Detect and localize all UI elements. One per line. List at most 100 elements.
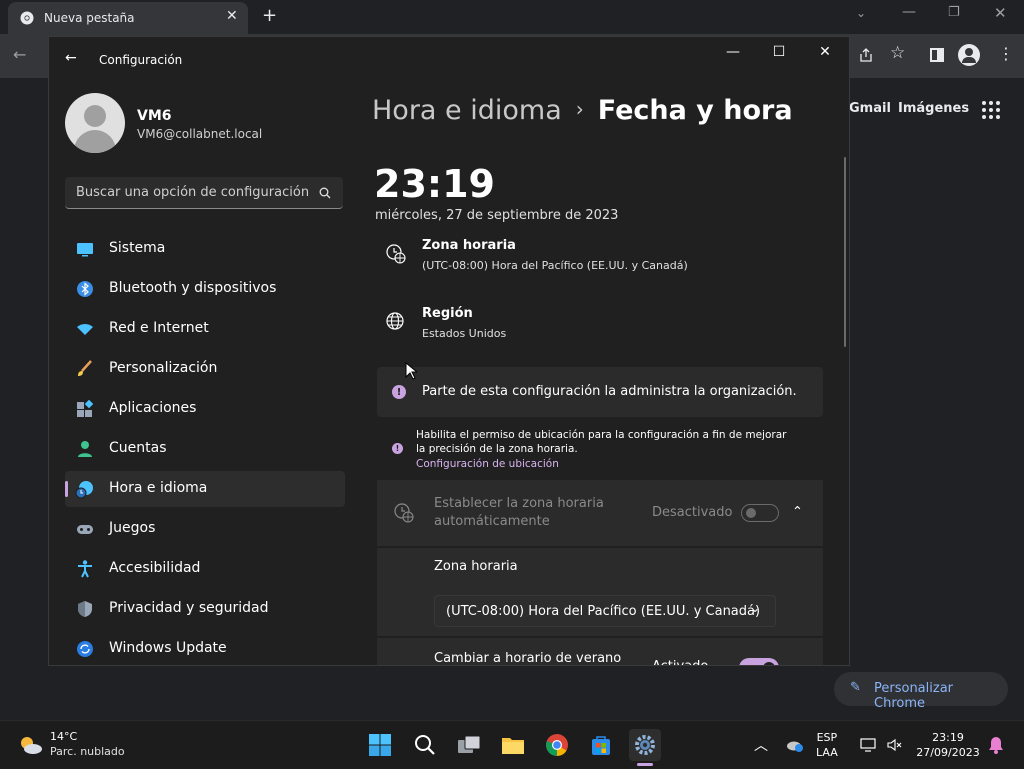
settings-window: ← Configuración — ☐ ✕ VM6 VM6@collabnet.… (48, 36, 850, 666)
person-icon (78, 441, 92, 457)
monitor-icon (77, 243, 93, 257)
shield-icon (78, 601, 92, 617)
settings-search-input[interactable]: Buscar una opción de configuración (65, 177, 343, 209)
images-link[interactable]: Imágenes (898, 101, 969, 116)
tab-search-icon[interactable]: ⌄ (856, 6, 866, 20)
managed-by-org-notice: ! Parte de esta configuración la adminis… (377, 367, 823, 417)
keyboard-layout: LAA (816, 746, 838, 759)
auto-timezone-title: Establecer la zona horaria automáticamen… (434, 496, 604, 529)
search-placeholder: Buscar una opción de configuración (76, 185, 310, 200)
file-explorer-button[interactable] (497, 729, 529, 761)
chrome-logo-icon (20, 11, 34, 25)
gear-icon (635, 735, 655, 755)
partly-cloudy-icon (21, 737, 42, 754)
wifi-icon (77, 324, 93, 335)
gmail-link[interactable]: Gmail (849, 101, 891, 116)
sidebar-item-aplicaciones[interactable]: Aplicaciones (65, 391, 345, 427)
sidebar-item-label: Windows Update (109, 640, 227, 656)
sidebar-item-privacidad[interactable]: Privacidad y seguridad (65, 591, 345, 627)
timezone-info-row: Zona horaria (UTC-08:00) Hora del Pacífi… (377, 233, 823, 283)
selection-indicator (65, 481, 68, 497)
google-apps-icon[interactable] (982, 101, 1000, 119)
back-arrow-icon[interactable]: ← (13, 45, 26, 64)
new-tab-button[interactable]: + (262, 5, 277, 26)
chrome-tab[interactable]: Nueva pestaña ✕ (8, 2, 248, 34)
chevron-right-icon: › (575, 97, 584, 121)
close-button[interactable]: ✕ (802, 37, 848, 67)
weather-widget[interactable]: 14°C Parc. nublado (14, 729, 134, 761)
restore-icon[interactable]: ❐ (948, 5, 960, 20)
auto-timezone-toggle[interactable] (741, 504, 779, 522)
close-window-icon[interactable]: ✕ (994, 4, 1007, 22)
timezone-select-label: Zona horaria (434, 559, 518, 574)
sidebar-item-sistema[interactable]: Sistema (65, 231, 345, 267)
chevron-up-icon[interactable]: ︿ (754, 735, 768, 755)
pencil-icon: ✎ (850, 680, 861, 695)
managed-notice-text: Parte de esta configuración la administr… (422, 384, 797, 399)
auto-timezone-card: Establecer la zona horaria automáticamen… (377, 480, 823, 546)
chrome-taskbar-button[interactable] (541, 729, 573, 761)
search-button[interactable] (409, 729, 441, 761)
minimize-icon[interactable]: — (902, 4, 916, 20)
profile-icon[interactable] (958, 44, 980, 66)
sidebar-item-juegos[interactable]: Juegos (65, 511, 345, 547)
sidebar-item-label: Aplicaciones (109, 400, 197, 416)
user-name: VM6 (137, 108, 172, 124)
globe-clock-icon (75, 481, 93, 499)
windows-logo-icon (369, 734, 391, 756)
location-settings-link[interactable]: Configuración de ubicación (416, 458, 559, 470)
sidebar-item-personalizacion[interactable]: Personalización (65, 351, 345, 387)
cloud-sync-icon[interactable] (786, 737, 804, 753)
update-icon (77, 641, 93, 657)
folder-icon (502, 738, 524, 754)
accessibility-icon (78, 560, 92, 578)
input-language[interactable]: ESP LAA (816, 730, 838, 760)
sidebar-item-label: Sistema (109, 240, 166, 256)
dst-toggle[interactable] (739, 658, 779, 665)
system-clock[interactable]: 23:19 27/09/2023 (916, 730, 980, 760)
share-icon[interactable] (858, 47, 874, 63)
sidebar-item-bluetooth[interactable]: Bluetooth y dispositivos (65, 271, 345, 307)
chrome-icon (546, 734, 568, 756)
start-button[interactable] (364, 729, 396, 761)
chrome-menu-icon[interactable]: ⋮ (998, 44, 1014, 63)
network-icon[interactable] (860, 737, 878, 753)
maximize-button[interactable]: ☐ (756, 37, 802, 67)
taskbar: 14°C Parc. nublado ︿ ESP LAA 23:19 27/09… (0, 720, 1024, 769)
apps-icon (77, 399, 94, 417)
volume-muted-icon[interactable] (886, 737, 902, 753)
close-tab-icon[interactable]: ✕ (226, 8, 238, 24)
settings-taskbar-button[interactable] (629, 729, 661, 761)
globe-icon (386, 312, 404, 330)
store-button[interactable] (585, 729, 617, 761)
notification-bell-icon[interactable] (988, 736, 1004, 754)
back-arrow-icon[interactable]: ← (65, 50, 77, 66)
bluetooth-icon (77, 281, 93, 297)
timezone-dropdown-value: (UTC-08:00) Hora del Pacífico (EE.UU. y … (446, 604, 761, 619)
customize-chrome-label: Personalizar Chrome (874, 681, 954, 711)
task-view-button[interactable] (453, 729, 485, 761)
user-email: VM6@collabnet.local (137, 127, 263, 141)
sidebar-item-red[interactable]: Red e Internet (65, 311, 345, 347)
info-icon: ! (392, 385, 406, 399)
breadcrumb-parent[interactable]: Hora e idioma (372, 95, 562, 126)
tab-title: Nueva pestaña (44, 11, 135, 25)
auto-timezone-state: Desactivado (652, 505, 733, 520)
side-panel-icon[interactable] (930, 48, 944, 62)
brush-icon (78, 360, 92, 376)
search-icon (415, 735, 435, 755)
sidebar-item-windows-update[interactable]: Windows Update (65, 631, 345, 665)
minimize-button[interactable]: — (710, 37, 756, 67)
bookmark-star-icon[interactable]: ☆ (890, 43, 905, 63)
sidebar-item-hora-idioma[interactable]: Hora e idioma (65, 471, 345, 507)
window-title: Configuración (99, 53, 183, 67)
region-info-row: Región Estados Unidos (377, 301, 823, 351)
region-title: Región (422, 306, 473, 321)
timezone-dropdown[interactable]: (UTC-08:00) Hora del Pacífico (EE.UU. y … (434, 595, 776, 627)
scrollbar[interactable] (844, 157, 846, 347)
sidebar-item-label: Cuentas (109, 440, 167, 456)
customize-chrome-button[interactable]: ✎ Personalizar Chrome (834, 672, 1008, 711)
sidebar-item-cuentas[interactable]: Cuentas (65, 431, 345, 467)
chevron-up-icon[interactable]: ⌄ (792, 502, 803, 517)
sidebar-item-accesibilidad[interactable]: Accesibilidad (65, 551, 345, 587)
